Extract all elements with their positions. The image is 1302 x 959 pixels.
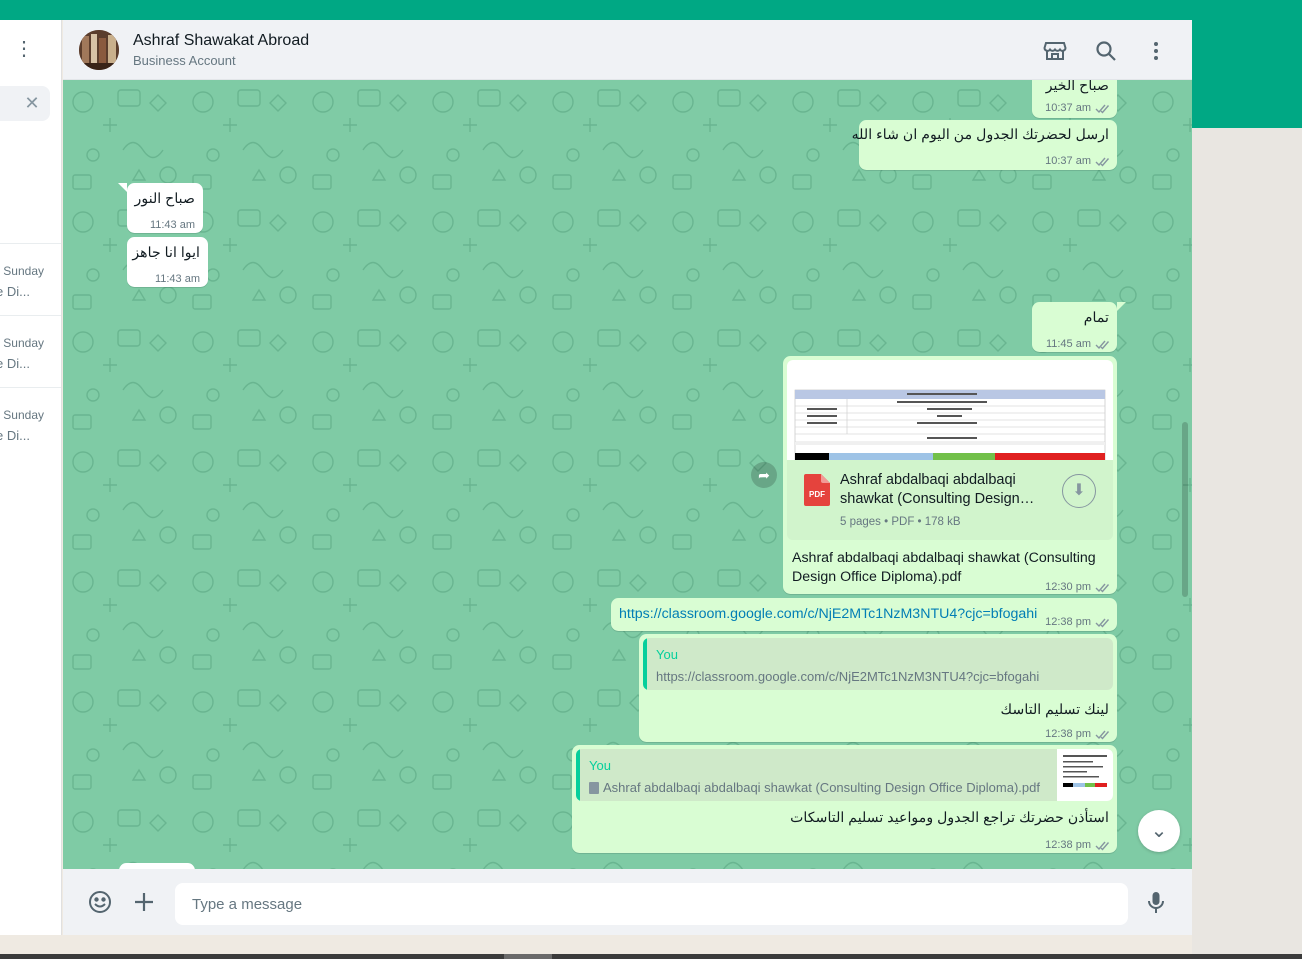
message-composer (63, 869, 1192, 935)
double-check-icon (1095, 104, 1110, 114)
message-bubble-outgoing[interactable]: ارسل لحضرتك الجدول من اليوم ان شاء الله … (852, 120, 1117, 171)
chat-item-day: Sunday (3, 408, 44, 422)
double-check-icon (1095, 340, 1110, 350)
menu-icon[interactable] (1143, 38, 1169, 64)
contact-name[interactable]: Ashraf Shawakat Abroad (133, 32, 309, 50)
message-meta: 12:38 pm (1045, 613, 1111, 632)
app-top-bar (0, 0, 1302, 20)
bubble-tail (118, 183, 127, 192)
chat-list-item[interactable]: Sunday e Di... (0, 243, 61, 315)
pdf-label: PDF (809, 490, 825, 499)
message-meta: 12:30 pm (1045, 578, 1111, 597)
store-icon[interactable] (1042, 38, 1068, 64)
message-time: 12:38 pm (1045, 839, 1091, 851)
message-list-scrollbar[interactable] (1182, 422, 1188, 597)
message-time: 12:38 pm (1045, 616, 1091, 628)
message-text: استأذن حضرتك تراجع الجدول ومواعيد تسليم … (790, 810, 1109, 826)
app-background (1192, 128, 1302, 954)
chat-list-item[interactable]: Sunday e Di... (0, 315, 61, 387)
message-text: ايوا انا جاهز (132, 245, 200, 261)
avatar[interactable] (79, 30, 119, 70)
emoji-icon[interactable] (87, 889, 113, 915)
conversation-panel: Ashraf Shawakat Abroad Business Account (63, 20, 1192, 935)
message-text: ارسل لحضرتك الجدول من اليوم ان شاء الله (851, 127, 1109, 143)
document-card[interactable]: PDF Ashraf abdalbaqi abdalbaqi shawkat (… (787, 360, 1113, 540)
quote-text: Ashraf abdalbaqi abdalbaqi shawkat (Cons… (603, 780, 1040, 795)
chat-item-snippet: e Di... (0, 356, 30, 371)
message-bubble-reply[interactable]: You Ashraf abdalbaqi abdalbaqi shawkat (… (572, 745, 1117, 853)
message-meta: 10:37 am (1045, 152, 1111, 171)
chat-list-item[interactable]: Sunday e Di... (0, 387, 61, 459)
chat-list-sidebar: ⋮ ✕ Sunday e Di... Sunday e Di... Sunday… (0, 20, 62, 935)
message-text: صباح الخير (1045, 80, 1109, 94)
message-bubble-outgoing[interactable]: صباح الخير 10:37 am (1032, 80, 1117, 118)
quote-author: You (589, 758, 611, 773)
chat-item-day: Sunday (3, 336, 44, 350)
message-bubble-reply[interactable]: You https://classroom.google.com/c/NjE2M… (639, 634, 1117, 742)
chat-item-snippet: e Di... (0, 428, 30, 443)
message-bubble-incoming[interactable]: ايوا انا جاهز 11:43 am (127, 237, 208, 287)
message-meta: 10:37 am (1045, 99, 1111, 118)
quote-text: https://classroom.google.com/c/NjE2MTc1N… (656, 669, 1040, 684)
message-time: 11:43 am (149, 219, 195, 231)
scroll-to-bottom-button[interactable]: ⌄ (1138, 810, 1180, 852)
download-icon[interactable]: ⬇ (1062, 474, 1096, 508)
message-meta: 12:38 pm (1045, 725, 1111, 744)
double-check-icon (1095, 618, 1110, 628)
message-time: 12:30 pm (1045, 581, 1091, 593)
message-bubble-incoming[interactable]: صباح النور 11:43 am (127, 183, 203, 233)
contact-subtitle: Business Account (133, 53, 236, 68)
double-check-icon (1095, 583, 1110, 593)
message-meta: 12:38 pm (1045, 836, 1111, 855)
document-info-row[interactable]: PDF Ashraf abdalbaqi abdalbaqi shawkat (… (787, 460, 1113, 540)
message-input[interactable] (175, 883, 1128, 925)
quoted-message[interactable]: You Ashraf abdalbaqi abdalbaqi shawkat (… (576, 749, 1113, 801)
bubble-tail (1117, 302, 1126, 311)
message-time: 12:38 pm (1045, 728, 1091, 740)
message-time: 10:37 am (1045, 102, 1091, 114)
attach-plus-icon[interactable] (131, 889, 157, 915)
horizontal-scrollbar[interactable] (0, 954, 1302, 959)
scrollbar-thumb[interactable] (504, 954, 552, 959)
document-icon (589, 782, 599, 794)
sidebar-menu-icon[interactable]: ⋮ (14, 38, 34, 60)
chat-item-snippet: e Di... (0, 284, 30, 299)
quote-author: You (656, 647, 678, 662)
document-thumbnail[interactable] (787, 360, 1113, 461)
message-text: صباح النور (134, 191, 195, 207)
conversation-header[interactable]: Ashraf Shawakat Abroad Business Account (63, 20, 1192, 80)
message-link[interactable]: https://classroom.google.com/c/NjE2MTc1N… (619, 605, 1037, 624)
close-icon[interactable]: ✕ (22, 93, 42, 113)
double-check-icon (1095, 157, 1110, 167)
search-icon[interactable] (1093, 38, 1119, 64)
message-time: 11:43 am (154, 273, 200, 285)
pdf-file-icon: PDF (804, 474, 830, 506)
chat-item-day: Sunday (3, 264, 44, 278)
message-bubble-outgoing[interactable]: تمام 11:45 am (1032, 302, 1117, 352)
quote-bar (643, 638, 647, 690)
message-text: لينك تسليم التاسك (1000, 702, 1109, 718)
document-title: Ashraf abdalbaqi abdalbaqi shawkat (Cons… (840, 472, 1035, 507)
double-check-icon (1095, 730, 1110, 740)
forward-icon[interactable]: ➦ (751, 462, 777, 488)
app-background-accent (1192, 20, 1302, 128)
message-bubble-link[interactable]: https://classroom.google.com/c/NjE2MTc1N… (611, 598, 1117, 631)
message-bubble-document[interactable]: PDF Ashraf abdalbaqi abdalbaqi shawkat (… (783, 356, 1117, 594)
message-text: تمام (1083, 310, 1109, 326)
message-time: 10:37 am (1045, 155, 1091, 167)
microphone-icon[interactable] (1143, 889, 1169, 915)
quote-bar (576, 749, 580, 801)
quote-thumbnail (1057, 749, 1113, 801)
quote-text-row: Ashraf abdalbaqi abdalbaqi shawkat (Cons… (589, 778, 1040, 797)
message-meta: 11:45 am (1046, 335, 1111, 354)
document-info: 5 pages • PDF • 178 kB (840, 516, 961, 528)
double-check-icon (1095, 841, 1110, 851)
message-time: 11:45 am (1045, 338, 1091, 350)
quoted-message[interactable]: You https://classroom.google.com/c/NjE2M… (643, 638, 1113, 690)
message-list[interactable]: صباح الخير 10:37 am ارسل لحضرتك الجدول م… (63, 80, 1192, 869)
